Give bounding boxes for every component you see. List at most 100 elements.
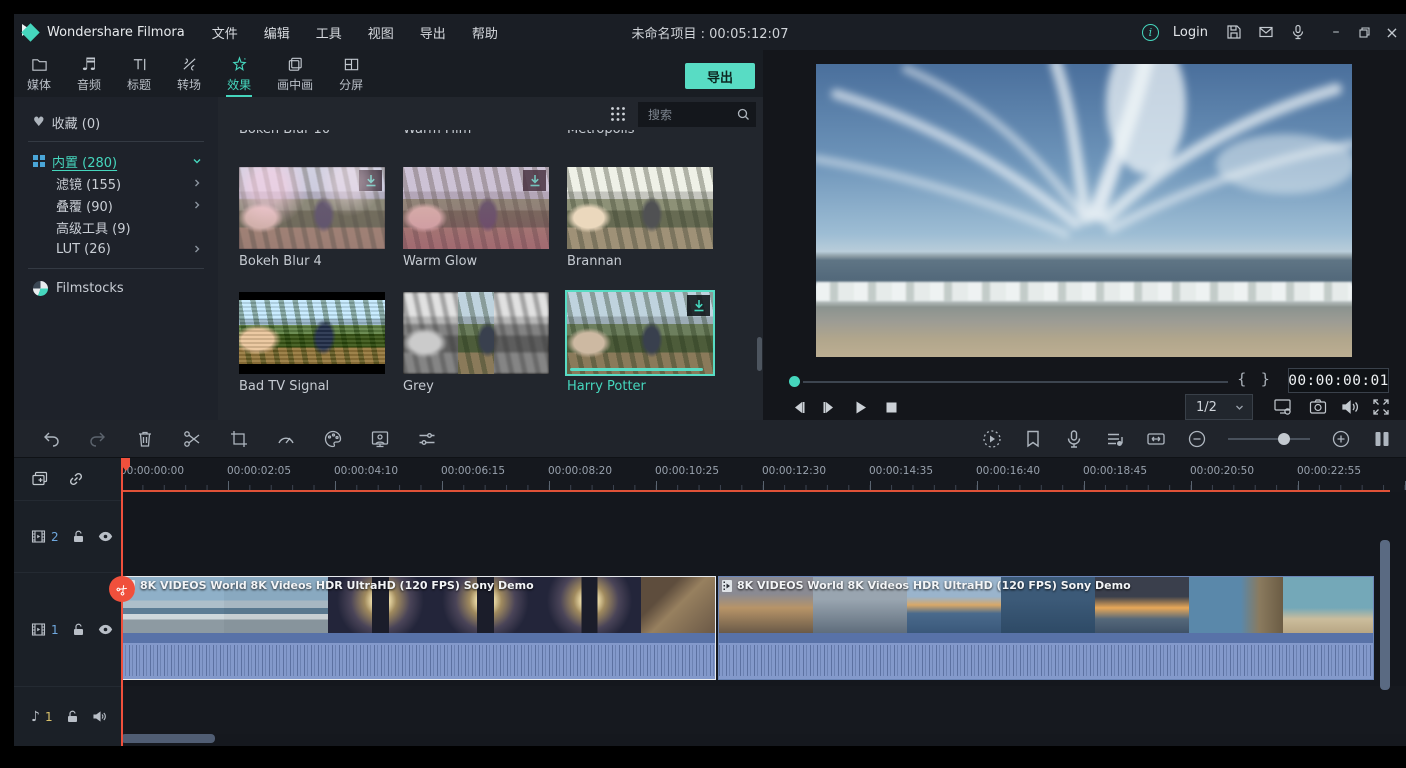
playhead-line[interactable] xyxy=(121,458,123,746)
seek-track[interactable] xyxy=(803,381,1228,383)
undo-icon[interactable] xyxy=(41,429,61,449)
fullscreen-icon[interactable] xyxy=(1371,397,1391,417)
effect-thumbnail-warm-glow[interactable] xyxy=(403,167,549,249)
chevron-right-icon[interactable] xyxy=(192,200,202,210)
login-button[interactable]: Login xyxy=(1173,25,1208,40)
snapshot-camera-icon[interactable] xyxy=(1308,397,1328,417)
play-button[interactable] xyxy=(853,400,868,415)
tab-transitions[interactable]: 转场 xyxy=(164,50,214,97)
track-video-2-lane[interactable] xyxy=(121,492,1406,572)
effects-scrollbar[interactable] xyxy=(757,337,762,371)
split-scissors-icon[interactable] xyxy=(182,429,202,449)
zoom-out-icon[interactable] xyxy=(1187,429,1207,449)
preview-quality-dropdown[interactable]: 1/2 xyxy=(1185,394,1253,420)
download-icon[interactable] xyxy=(523,170,546,191)
seek-handle[interactable] xyxy=(789,376,800,387)
lock-icon[interactable] xyxy=(71,529,86,544)
download-icon[interactable] xyxy=(687,295,710,316)
mic-icon[interactable] xyxy=(1290,24,1306,40)
track-video-1-lane[interactable]: 8K VIDEOS World 8K Videos HDR UltraHD (1… xyxy=(121,572,1406,686)
link-icon[interactable] xyxy=(67,470,85,488)
sidebar-item-favorites[interactable]: ♥ 收藏 (0) xyxy=(14,111,218,133)
add-track-icon[interactable] xyxy=(31,470,49,488)
track-header-audio-1[interactable]: ♪ 1 xyxy=(14,686,121,746)
green-screen-icon[interactable] xyxy=(370,429,390,449)
delete-icon[interactable] xyxy=(135,429,155,449)
zoom-to-fit-icon[interactable] xyxy=(1146,429,1166,449)
sidebar-item-filmstocks[interactable]: Filmstocks xyxy=(14,277,218,299)
playhead-split-button[interactable] xyxy=(109,576,135,602)
previous-frame-button[interactable] xyxy=(791,400,806,415)
tab-titles[interactable]: 标题 xyxy=(114,50,164,97)
export-button[interactable]: 导出 xyxy=(685,63,755,89)
save-icon[interactable] xyxy=(1226,24,1242,40)
tab-audio[interactable]: ♬ 音频 xyxy=(64,50,114,97)
info-icon[interactable]: i xyxy=(1142,24,1159,41)
crop-icon[interactable] xyxy=(229,429,249,449)
tab-effects[interactable]: 效果 xyxy=(214,50,264,97)
eye-icon[interactable] xyxy=(98,622,113,637)
adjust-sliders-icon[interactable] xyxy=(417,429,437,449)
menu-view[interactable]: 视图 xyxy=(355,14,407,50)
sidebar-item-lut[interactable]: LUT (26) xyxy=(14,238,218,260)
timeline-zoom-slider[interactable] xyxy=(1228,429,1310,449)
voiceover-mic-icon[interactable] xyxy=(1064,429,1084,449)
panel-layout-icon[interactable] xyxy=(1372,429,1392,449)
effect-thumbnail-grey[interactable] xyxy=(403,292,549,374)
track-header-video-2[interactable]: 2 xyxy=(14,500,121,572)
chevron-down-icon[interactable] xyxy=(192,156,202,166)
effect-thumbnail-harry-potter[interactable] xyxy=(567,292,713,374)
slider-handle[interactable] xyxy=(1278,433,1290,445)
lock-icon[interactable] xyxy=(65,709,80,724)
chevron-right-icon[interactable] xyxy=(192,178,202,188)
menu-edit[interactable]: 编辑 xyxy=(251,14,303,50)
sidebar-item-builtin[interactable]: 内置 (280) xyxy=(14,150,218,172)
search-icon[interactable] xyxy=(737,108,750,121)
tab-media[interactable]: 媒体 xyxy=(14,50,64,97)
menu-file[interactable]: 文件 xyxy=(199,14,251,50)
next-frame-button[interactable] xyxy=(822,400,837,415)
effect-thumbnail-bokeh-blur-4[interactable] xyxy=(239,167,385,249)
tab-pip[interactable]: 画中画 xyxy=(264,50,326,97)
download-icon[interactable] xyxy=(359,170,382,191)
chevron-right-icon[interactable] xyxy=(192,244,202,254)
menu-tools[interactable]: 工具 xyxy=(303,14,355,50)
mark-in-icon[interactable]: { xyxy=(1237,370,1247,388)
search-box[interactable] xyxy=(638,102,756,127)
color-palette-icon[interactable] xyxy=(323,429,343,449)
audio-mixer-icon[interactable] xyxy=(1105,429,1125,449)
mute-speaker-icon[interactable] xyxy=(92,709,107,724)
redo-icon[interactable] xyxy=(88,429,108,449)
sidebar-item-filters[interactable]: 滤镜 (155) xyxy=(14,172,218,194)
video-clip-1[interactable]: 8K VIDEOS World 8K Videos HDR UltraHD (1… xyxy=(121,576,716,680)
eye-icon[interactable] xyxy=(98,529,113,544)
grid-view-icon[interactable] xyxy=(610,106,626,122)
speaker-icon[interactable] xyxy=(1340,397,1360,417)
render-preview-icon[interactable] xyxy=(982,429,1002,449)
menu-export[interactable]: 导出 xyxy=(407,14,459,50)
effect-thumbnail-brannan[interactable] xyxy=(567,167,713,249)
marker-icon[interactable] xyxy=(1023,429,1043,449)
track-audio-1-lane[interactable] xyxy=(121,686,1406,734)
close-button[interactable]: × xyxy=(1378,14,1406,50)
restore-button[interactable] xyxy=(1350,14,1378,50)
mail-icon[interactable] xyxy=(1258,24,1274,40)
sidebar-item-overlays[interactable]: 叠覆 (90) xyxy=(14,194,218,216)
video-clip-2[interactable]: 8K VIDEOS World 8K Videos HDR UltraHD (1… xyxy=(718,576,1374,680)
mark-out-icon[interactable]: } xyxy=(1261,370,1271,388)
tab-splitscreen[interactable]: 分屏 xyxy=(326,50,376,97)
effect-thumbnail-bad-tv-signal[interactable] xyxy=(239,292,385,374)
lock-icon[interactable] xyxy=(71,622,86,637)
menu-help[interactable]: 帮助 xyxy=(459,14,511,50)
minimize-button[interactable]: – xyxy=(1322,14,1350,50)
zoom-in-icon[interactable] xyxy=(1331,429,1351,449)
search-input[interactable] xyxy=(648,108,737,122)
timeline-vertical-scrollbar[interactable] xyxy=(1380,540,1390,690)
sidebar-item-advanced-tools[interactable]: 高级工具 (9) xyxy=(14,216,218,238)
display-settings-icon[interactable] xyxy=(1273,397,1293,417)
timeline-horizontal-scrollbar[interactable] xyxy=(121,734,215,743)
stop-button[interactable] xyxy=(884,400,899,415)
track-header-video-1[interactable]: 1 xyxy=(14,572,121,686)
preview-video[interactable] xyxy=(816,64,1352,357)
timeline-ruler[interactable]: 00:00:00:00 00:00:02:05 00:00:04:10 00:0… xyxy=(121,458,1406,490)
